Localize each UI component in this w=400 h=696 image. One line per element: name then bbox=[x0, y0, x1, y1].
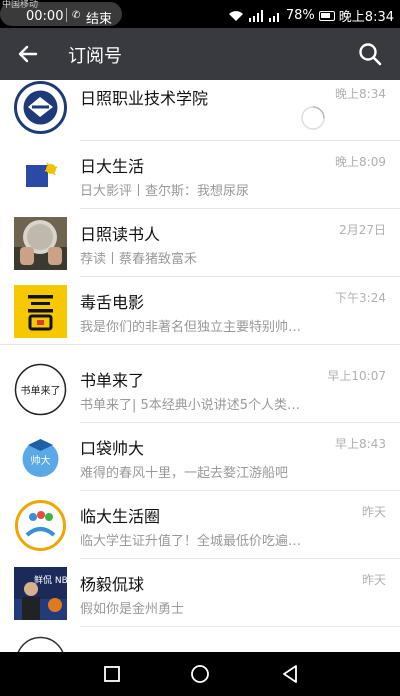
timestamp: 早上10:07 bbox=[327, 369, 386, 383]
riri-life-logo-icon bbox=[14, 149, 67, 202]
account-name: 书单来了 bbox=[80, 371, 145, 390]
list-item[interactable]: 日大生活 日大影评丨查尔斯：我想尿尿 晚上8:09 bbox=[0, 141, 400, 209]
latest-article: 临大学生证升值了！全城最低价吃遍… bbox=[80, 534, 302, 549]
list-item[interactable]: 鲜侃 NBA 杨毅侃球 假如你是金州勇士 昨天 bbox=[0, 559, 400, 627]
signal-icon-2 bbox=[268, 12, 279, 22]
back-arrow-icon[interactable] bbox=[14, 40, 42, 68]
latest-article: 假如你是金州勇士 bbox=[80, 602, 185, 617]
timestamp: 昨天 bbox=[361, 505, 386, 519]
home-icon[interactable] bbox=[188, 662, 212, 686]
reading-hands-photo bbox=[14, 217, 67, 270]
status-indicators: 78% 晚上8:34 bbox=[228, 6, 394, 25]
timestamp: 下午3:24 bbox=[335, 291, 386, 305]
account-name: 口袋帅大 bbox=[80, 439, 145, 458]
avatar bbox=[14, 285, 67, 338]
back-nav-icon[interactable] bbox=[278, 662, 302, 686]
recent-apps-icon[interactable] bbox=[100, 662, 124, 686]
timestamp: 晚上8:09 bbox=[335, 155, 386, 169]
avatar bbox=[14, 635, 67, 652]
avatar bbox=[14, 217, 67, 270]
system-nav-bar bbox=[0, 652, 400, 696]
avatar: 鲜侃 NBA bbox=[14, 567, 67, 620]
account-name: 日照职业技术学院 bbox=[80, 89, 209, 108]
end-call-label[interactable]: 结束 bbox=[86, 8, 112, 27]
poison-tongue-logo-icon bbox=[14, 285, 67, 338]
partial-avatar-icon bbox=[17, 636, 64, 652]
book-list-logo-text: 书单来了 bbox=[21, 385, 61, 397]
hang-up-icon: ✆ bbox=[72, 10, 81, 21]
account-name: 毒舌电影 bbox=[80, 293, 145, 312]
list-item[interactable]: 日照读书人 荐读丨蔡春猪致富禾 2月27日 bbox=[0, 209, 400, 277]
signal-icon bbox=[248, 9, 263, 22]
timestamp: 晚上8:34 bbox=[335, 87, 386, 101]
avatar: 书单来了 bbox=[14, 363, 67, 416]
account-name: 杨毅侃球 bbox=[80, 575, 145, 594]
carrier-label: 中国移动 bbox=[2, 0, 39, 10]
subscription-list: 日照职业技术学院 晚上8:34 日大生活 日大影评丨查尔斯：我想尿尿 晚上8:0… bbox=[0, 80, 400, 652]
app-bar: 订阅号 bbox=[0, 28, 400, 80]
pocket-shuaida-logo-icon: 帅大 bbox=[14, 431, 67, 484]
search-icon[interactable] bbox=[356, 40, 384, 68]
linda-life-logo-icon bbox=[14, 499, 67, 552]
battery-percent: 78% bbox=[285, 8, 315, 23]
yang-yi-logo-text: 鲜侃 NBA bbox=[34, 574, 67, 586]
loading-spinner-icon bbox=[301, 106, 325, 130]
list-item[interactable]: 帅大 口袋帅大 难得的春风十里，一起去婺江游船吧 早上8:43 bbox=[0, 423, 400, 491]
account-name: 日大生活 bbox=[80, 157, 145, 176]
avatar bbox=[14, 149, 67, 202]
avatar bbox=[14, 81, 67, 134]
wifi-icon bbox=[228, 10, 243, 21]
divider bbox=[0, 344, 400, 345]
list-item[interactable]: 书单来了 书单来了 书单来了| 5本经典小说讲述5个人类… 早上10:07 bbox=[0, 355, 400, 423]
page-title: 订阅号 bbox=[68, 46, 122, 67]
yang-yi-photo: 鲜侃 NBA bbox=[14, 567, 67, 620]
latest-article: 我是你们的非著名但独立主要特别帅… bbox=[80, 320, 302, 335]
latest-article: 书单来了| 5本经典小说讲述5个人类… bbox=[80, 398, 301, 413]
status-bar: 00:00 ✆ 结束 中国移动 78% 晚上8:34 bbox=[0, 0, 400, 28]
list-item[interactable]: 日照职业技术学院 晚上8:34 bbox=[0, 80, 400, 141]
timestamp: 昨天 bbox=[361, 573, 386, 587]
list-item[interactable]: 毒舌电影 我是你们的非著名但独立主要特别帅… 下午3:24 bbox=[0, 277, 400, 345]
call-divider bbox=[66, 8, 67, 22]
book-list-logo-icon: 书单来了 bbox=[14, 363, 67, 416]
college-logo-icon bbox=[14, 81, 67, 134]
avatar: 帅大 bbox=[14, 431, 67, 484]
pocket-shuaida-logo-text: 帅大 bbox=[31, 454, 51, 467]
list-item[interactable]: 临大生活圈 临大学生证升值了！全城最低价吃遍… 昨天 bbox=[0, 491, 400, 559]
battery-icon bbox=[318, 10, 335, 21]
latest-article: 荐读丨蔡春猪致富禾 bbox=[80, 252, 198, 267]
timestamp: 2月27日 bbox=[339, 223, 386, 237]
latest-article: 日大影评丨查尔斯：我想尿尿 bbox=[80, 184, 250, 199]
clock: 晚上8:34 bbox=[338, 10, 394, 25]
latest-article: 难得的春风十里，一起去婺江游船吧 bbox=[80, 466, 289, 481]
avatar bbox=[14, 499, 67, 552]
call-duration: 00:00 bbox=[26, 9, 64, 24]
timestamp: 早上8:43 bbox=[335, 437, 386, 451]
list-item[interactable] bbox=[0, 627, 400, 652]
account-name: 日照读书人 bbox=[80, 225, 161, 244]
account-name: 临大生活圈 bbox=[80, 507, 161, 526]
